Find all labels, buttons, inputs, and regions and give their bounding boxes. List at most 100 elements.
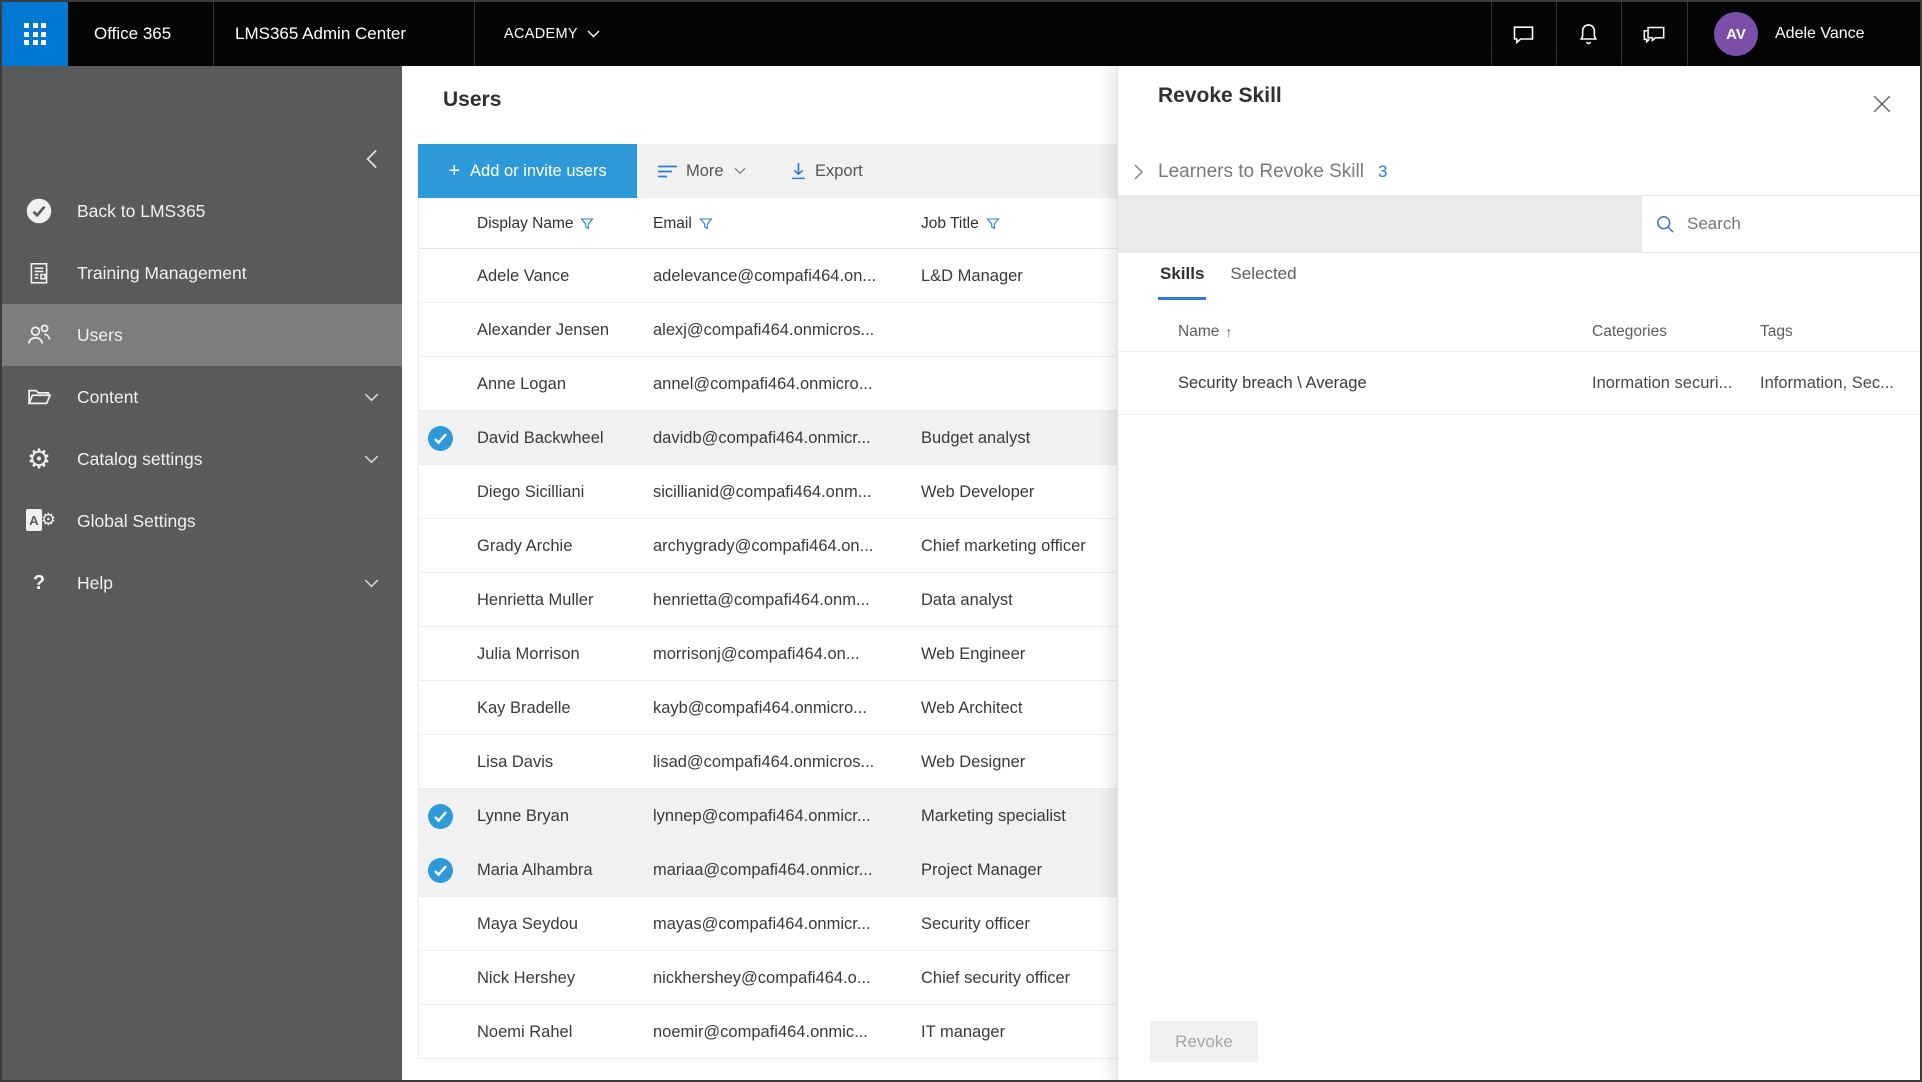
column-header-job-title[interactable]: Job Title bbox=[921, 198, 1000, 249]
column-header-display-name[interactable]: Display Name bbox=[477, 198, 595, 249]
user-email: morrisonj@compafi464.on... bbox=[653, 645, 860, 663]
admin-center-link[interactable]: LMS365 Admin Center bbox=[235, 2, 406, 66]
table-row[interactable]: Diego Sicilliani sicillianid@compafi464.… bbox=[419, 465, 1117, 519]
search-icon bbox=[1656, 215, 1675, 234]
column-header-name[interactable]: Name ↑ bbox=[1178, 312, 1232, 352]
search-input[interactable] bbox=[1685, 213, 1895, 235]
user-email: henrietta@compafi464.onm... bbox=[653, 591, 870, 609]
filter-icon[interactable] bbox=[986, 217, 1000, 231]
user-email: nickhershey@compafi464.o... bbox=[653, 969, 871, 987]
table-row[interactable]: Maria Alhambra mariaa@compafi464.onmicr.… bbox=[419, 843, 1117, 897]
user-email: lynnep@compafi464.onmicr... bbox=[653, 807, 871, 825]
table-row[interactable]: Grady Archie archygrady@compafi464.on...… bbox=[419, 519, 1117, 573]
sidebar-item-label: Training Management bbox=[77, 262, 247, 283]
search-box[interactable] bbox=[1641, 195, 1920, 253]
more-menu-button[interactable]: More bbox=[657, 144, 746, 198]
chevron-right-icon bbox=[1133, 163, 1144, 181]
user-display-name: Kay Bradelle bbox=[477, 699, 571, 717]
sidebar-item-users[interactable]: Users bbox=[2, 304, 402, 366]
app-launcher-button[interactable] bbox=[2, 2, 68, 66]
user-email: kayb@compafi464.onmicro... bbox=[653, 699, 867, 717]
user-job-title: Chief security officer bbox=[921, 969, 1071, 987]
bell-icon[interactable] bbox=[1556, 2, 1620, 66]
user-name[interactable]: Adele Vance bbox=[1775, 2, 1865, 66]
table-row[interactable]: Adele Vance adelevance@compafi464.on... … bbox=[419, 249, 1117, 303]
admin-icon: A ⚙ bbox=[24, 506, 56, 536]
table-row[interactable]: Lisa Davis lisad@compafi464.onmicros... … bbox=[419, 735, 1117, 789]
users-table: Display Name Email Job Title Adele Vance… bbox=[418, 198, 1117, 1059]
table-row[interactable]: Noemi Rahel noemir@compafi464.onmic... I… bbox=[419, 1005, 1117, 1059]
panel-tabs: Skills Selected bbox=[1157, 264, 1297, 300]
user-display-name: Maya Seydou bbox=[477, 915, 578, 933]
user-email: mariaa@compafi464.onmicr... bbox=[653, 861, 873, 879]
tab-selected[interactable]: Selected bbox=[1230, 264, 1296, 300]
chat-icon[interactable] bbox=[1491, 2, 1555, 66]
feedback-icon[interactable] bbox=[1622, 2, 1686, 66]
skill-row[interactable]: Security breach \ Average Inormation sec… bbox=[1118, 352, 1920, 415]
sidebar-item-training-management[interactable]: Training Management bbox=[2, 242, 402, 304]
user-email: davidb@compafi464.onmicr... bbox=[653, 429, 871, 447]
table-row[interactable]: Nick Hershey nickhershey@compafi464.o...… bbox=[419, 951, 1117, 1005]
revoke-button[interactable]: Revoke bbox=[1150, 1021, 1258, 1062]
user-job-title: Web Engineer bbox=[921, 645, 1026, 663]
office365-link[interactable]: Office 365 bbox=[94, 2, 171, 66]
page-title: Users bbox=[443, 88, 502, 111]
skill-categories: Inormation securi... bbox=[1592, 374, 1733, 392]
sidebar-collapse-button[interactable] bbox=[360, 146, 390, 172]
sidebar-item-back-to-lms365[interactable]: Back to LMS365 bbox=[2, 180, 402, 242]
table-row[interactable]: Alexander Jensen alexj@compafi464.onmicr… bbox=[419, 303, 1117, 357]
sidebar-item-label: Catalog settings bbox=[77, 448, 203, 469]
document-icon bbox=[24, 258, 54, 288]
table-row[interactable]: Julia Morrison morrisonj@compafi464.on..… bbox=[419, 627, 1117, 681]
filter-icon[interactable] bbox=[580, 217, 595, 231]
academy-dropdown[interactable]: ACADEMY bbox=[504, 2, 600, 66]
topbar-divider bbox=[1687, 2, 1688, 66]
top-bar: Office 365 LMS365 Admin Center ACADEMY A… bbox=[2, 2, 1920, 66]
user-email: archygrady@compafi464.on... bbox=[653, 537, 874, 555]
chevron-down-icon bbox=[364, 579, 379, 588]
chevron-down-icon bbox=[587, 30, 600, 38]
sidebar-item-catalog-settings[interactable]: ⚙ Catalog settings bbox=[2, 428, 402, 490]
sidebar-item-global-settings[interactable]: A ⚙ Global Settings bbox=[2, 490, 402, 552]
sidebar-item-help[interactable]: ? Help bbox=[2, 552, 402, 614]
user-email: noemir@compafi464.onmic... bbox=[653, 1023, 868, 1041]
plus-icon: + bbox=[448, 159, 461, 182]
panel-title: Revoke Skill bbox=[1158, 84, 1282, 107]
learners-label: Learners to Revoke Skill bbox=[1158, 161, 1364, 182]
column-label: Job Title bbox=[921, 214, 979, 232]
table-row[interactable]: Anne Logan annel@compafi464.onmicro... bbox=[419, 357, 1117, 411]
user-display-name: Henrietta Muller bbox=[477, 591, 594, 609]
close-icon[interactable] bbox=[1872, 94, 1894, 116]
users-icon bbox=[24, 320, 54, 350]
user-display-name: Anne Logan bbox=[477, 375, 567, 393]
sidebar-item-content[interactable]: Content bbox=[2, 366, 402, 428]
user-display-name: Nick Hershey bbox=[477, 969, 576, 987]
chevron-down-icon bbox=[364, 393, 379, 402]
table-row[interactable]: Lynne Bryan lynnep@compafi464.onmicr... … bbox=[419, 789, 1117, 843]
user-job-title: Security officer bbox=[921, 915, 1030, 933]
selected-check-icon bbox=[428, 804, 453, 829]
learners-expander[interactable]: Learners to Revoke Skill 3 bbox=[1133, 156, 1387, 188]
user-display-name: Grady Archie bbox=[477, 537, 573, 555]
user-display-name: Lynne Bryan bbox=[477, 807, 570, 825]
user-display-name: David Backwheel bbox=[477, 429, 604, 447]
column-header-tags[interactable]: Tags bbox=[1760, 312, 1793, 352]
app-window: Office 365 LMS365 Admin Center ACADEMY A… bbox=[0, 0, 1922, 1082]
table-row[interactable]: Maya Seydou mayas@compafi464.onmicr... S… bbox=[419, 897, 1117, 951]
user-email: alexj@compafi464.onmicros... bbox=[653, 321, 875, 339]
column-header-email[interactable]: Email bbox=[653, 198, 713, 249]
export-button[interactable]: Export bbox=[790, 144, 863, 198]
user-display-name: Alexander Jensen bbox=[477, 321, 610, 339]
table-row[interactable]: Kay Bradelle kayb@compafi464.onmicro... … bbox=[419, 681, 1117, 735]
table-row[interactable]: Henrietta Muller henrietta@compafi464.on… bbox=[419, 573, 1117, 627]
sidebar-item-label: Back to LMS365 bbox=[77, 200, 206, 221]
user-display-name: Noemi Rahel bbox=[477, 1023, 573, 1041]
add-or-invite-users-button[interactable]: + Add or invite users bbox=[418, 144, 637, 198]
folder-icon bbox=[24, 382, 54, 412]
tab-skills[interactable]: Skills bbox=[1157, 264, 1207, 300]
column-header-categories[interactable]: Categories bbox=[1592, 312, 1667, 352]
avatar[interactable]: AV bbox=[1714, 12, 1758, 56]
table-row[interactable]: David Backwheel davidb@compafi464.onmicr… bbox=[419, 411, 1117, 465]
user-display-name: Lisa Davis bbox=[477, 753, 554, 771]
filter-icon[interactable] bbox=[699, 217, 713, 231]
